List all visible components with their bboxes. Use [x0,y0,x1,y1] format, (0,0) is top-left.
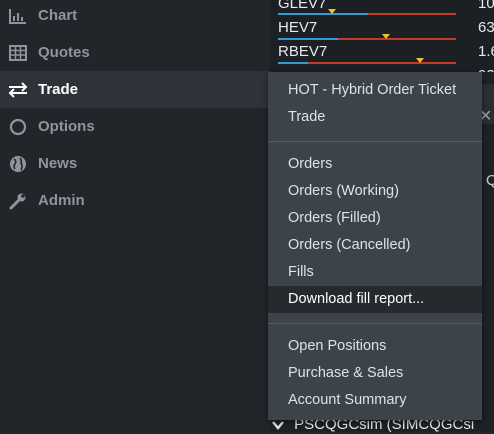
menu-item-fills[interactable]: Fills [268,259,482,286]
menu-item-orders-filled[interactable]: Orders (Filled) [268,205,482,232]
menu-item-account-summary[interactable]: Account Summary [268,387,482,414]
menu-divider [268,323,482,324]
menu-divider [268,141,482,142]
sidebar: Chart Quotes Trade Options News Admin [0,0,270,432]
sidebar-item-quotes[interactable]: Quotes [0,34,270,71]
sidebar-item-admin[interactable]: Admin [0,182,270,219]
sidebar-item-label: Trade [38,81,79,98]
table-row[interactable]: HEV7 63 [270,16,494,40]
menu-item-trade[interactable]: Trade [268,104,482,131]
globe-icon [8,154,28,174]
menu-item-orders-cancelled[interactable]: Orders (Cancelled) [268,232,482,259]
table-row[interactable]: RBEV7 1.6 [270,40,494,64]
range-bar-ask [368,13,456,15]
menu-item-download-fill-report[interactable]: Download fill report... [268,286,482,313]
partial-label: Q [486,172,494,189]
bar-chart-icon [8,6,28,26]
price-marker-icon [382,34,390,39]
value-cell: 63 [478,19,494,36]
wrench-icon [8,191,28,211]
sidebar-item-label: Admin [38,192,85,209]
menu-item-open-positions[interactable]: Open Positions [268,333,482,360]
symbol-cell: RBEV7 [278,43,328,60]
table-grid-icon [8,43,28,63]
value-cell: 1.6 [478,43,494,60]
menu-item-orders-working[interactable]: Orders (Working) [268,178,482,205]
price-marker-icon [416,58,424,63]
value-cell: 104 [478,0,494,12]
range-bar-bid [278,13,368,15]
price-marker-icon [328,9,336,14]
sidebar-item-options[interactable]: Options [0,108,270,145]
sidebar-item-news[interactable]: News [0,145,270,182]
sidebar-item-chart[interactable]: Chart [0,0,270,34]
symbol-cell: HEV7 [278,19,318,36]
swap-arrows-icon [8,80,28,100]
table-row[interactable]: GLEV7 104 [270,0,494,16]
trade-menu: HOT - Hybrid Order Ticket Trade Orders O… [268,72,482,420]
menu-item-hybrid-order-ticket[interactable]: HOT - Hybrid Order Ticket [268,77,482,104]
sidebar-item-label: Quotes [38,44,90,61]
quotes-table: GLEV7 104 HEV7 63 RBEV7 1.6 92 [270,0,494,84]
menu-item-orders[interactable]: Orders [268,151,482,178]
sidebar-item-label: News [38,155,78,172]
sidebar-item-label: Options [38,118,95,135]
symbol-cell: GLEV7 [278,0,327,12]
sidebar-item-label: Chart [38,7,78,24]
menu-item-purchase-sales[interactable]: Purchase & Sales [268,360,482,387]
circle-icon [8,117,28,137]
sidebar-item-trade[interactable]: Trade [0,71,270,108]
